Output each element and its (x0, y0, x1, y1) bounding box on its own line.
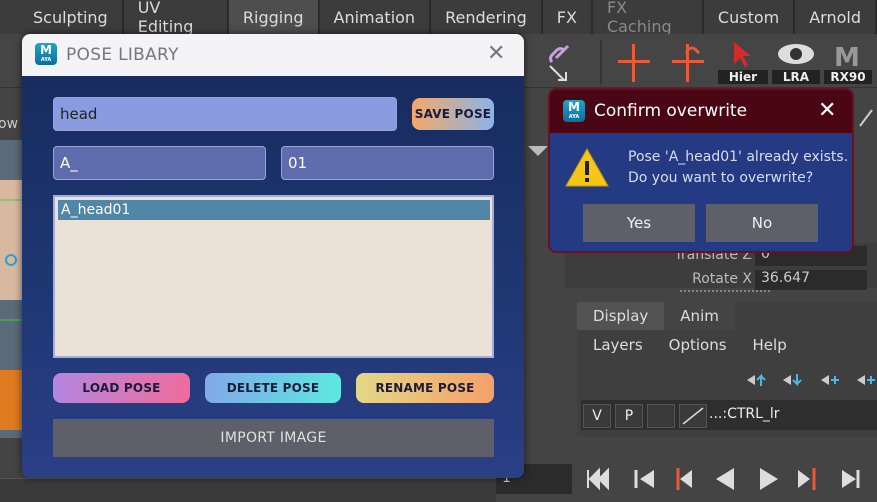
tab-uv-editing[interactable]: UV Editing (124, 0, 229, 36)
new-layer-selected-icon (857, 375, 875, 385)
layer-editor: Display Anim Layers Options Help V P ...… (577, 302, 877, 437)
move-layer-down-icon (783, 374, 802, 387)
tab-custom[interactable]: Custom (704, 0, 796, 34)
tab-arnold[interactable]: Arnold (795, 0, 877, 34)
layer-visibility-toggle[interactable]: V (583, 404, 611, 428)
edit-pencil-icon[interactable] (858, 104, 877, 128)
channel-row[interactable]: Rotate X 36.647 (565, 269, 877, 291)
play-backward-icon (716, 468, 734, 490)
close-icon[interactable]: ✕ (487, 41, 505, 66)
list-item[interactable]: A_head01 (58, 200, 490, 220)
hier-label: Hier (718, 70, 768, 84)
hierarchy-select-icon[interactable]: Hier (718, 40, 768, 86)
delete-pose-button[interactable]: DELETE POSE (205, 373, 341, 403)
joint-link-icon[interactable] (668, 40, 708, 86)
menu-help[interactable]: Help (753, 336, 787, 354)
tab-animation[interactable]: Animation (320, 0, 432, 34)
go-to-start-icon (587, 467, 609, 491)
step-back-key-icon (676, 468, 692, 490)
partial-label: ow (0, 116, 19, 132)
rotate-x90-icon[interactable]: M RX90 (824, 40, 872, 86)
confirm-overwrite-dialog: M AYA Confirm overwrite ✕ Pose 'A_head01'… (548, 88, 854, 253)
lra-eye-icon[interactable]: LRA (772, 40, 820, 86)
maya-logo-icon: M AYA (35, 43, 57, 65)
rename-pose-button[interactable]: RENAME POSE (356, 373, 494, 403)
splitter-handle[interactable] (680, 290, 770, 294)
pose-library-dialog: M AYA POSE LIBARY ✕ head SAVE POSE A_ 01 … (22, 34, 524, 478)
layer-tools (743, 370, 877, 390)
new-layer-icon (821, 375, 839, 385)
link-icon[interactable] (542, 38, 582, 84)
layer-type-toggle[interactable] (647, 404, 675, 428)
left-toolbar: ow (0, 88, 22, 138)
step-forward-icon (842, 470, 860, 488)
maya-logo-icon: M AYA (563, 100, 585, 122)
menu-layers[interactable]: Layers (593, 336, 643, 354)
play-forward-icon (760, 468, 778, 490)
pose-list[interactable]: A_head01 (53, 195, 494, 358)
svg-text:M: M (834, 43, 860, 70)
shelf-divider (600, 40, 602, 84)
move-layer-up-icon (747, 373, 766, 386)
pose-dialog-title: POSE LIBARY (66, 45, 179, 65)
viewport[interactable] (0, 140, 22, 438)
pose-prefix-input[interactable]: A_ (53, 146, 266, 180)
channel-value[interactable]: 36.647 (755, 270, 867, 290)
tab-fx-caching[interactable]: FX Caching (593, 0, 704, 36)
close-icon[interactable]: ✕ (818, 98, 836, 123)
import-image-button[interactable]: IMPORT IMAGE (53, 419, 494, 457)
playback-controls: 1 (496, 460, 877, 502)
tab-rigging[interactable]: Rigging (228, 0, 320, 34)
load-pose-button[interactable]: LOAD POSE (53, 373, 190, 403)
tab-sculpting[interactable]: Sculpting (0, 0, 124, 34)
pose-dialog-title-bar[interactable]: M AYA POSE LIBARY ✕ (22, 34, 524, 76)
tab-fx[interactable]: FX (543, 0, 593, 34)
confirm-title: Confirm overwrite (594, 101, 748, 121)
yes-button[interactable]: Yes (583, 204, 695, 242)
layer-name[interactable]: ...:CTRL_lr (709, 406, 780, 422)
pose-name-input[interactable]: head (53, 97, 397, 131)
layer-color-swatch[interactable] (679, 404, 707, 428)
lra-label: LRA (772, 70, 820, 84)
step-forward-key-icon (798, 468, 816, 490)
confirm-title-bar[interactable]: M AYA Confirm overwrite ✕ (550, 90, 852, 133)
joint-icon[interactable] (614, 40, 654, 86)
save-pose-button[interactable]: SAVE POSE (412, 98, 494, 130)
layer-playback-toggle[interactable]: P (615, 404, 643, 428)
menu-options[interactable]: Options (669, 336, 727, 354)
confirm-message-line2: Do you want to overwrite? (628, 170, 814, 186)
tab-rendering[interactable]: Rendering (431, 0, 543, 34)
pose-index-input[interactable]: 01 (281, 146, 494, 180)
no-button[interactable]: No (706, 204, 818, 242)
channel-label: Rotate X (692, 271, 752, 287)
step-back-icon (634, 470, 654, 488)
confirm-message-line1: Pose 'A_head01' already exists. (628, 149, 849, 165)
rx90-label: RX90 (824, 70, 872, 84)
warning-icon (564, 146, 610, 188)
layer-row[interactable]: V P ...:CTRL_lr (581, 400, 877, 430)
tab-anim[interactable]: Anim (664, 302, 735, 330)
tab-display[interactable]: Display (577, 302, 665, 330)
shelf-tab-bar: Sculpting UV Editing Rigging Animation R… (0, 0, 877, 36)
